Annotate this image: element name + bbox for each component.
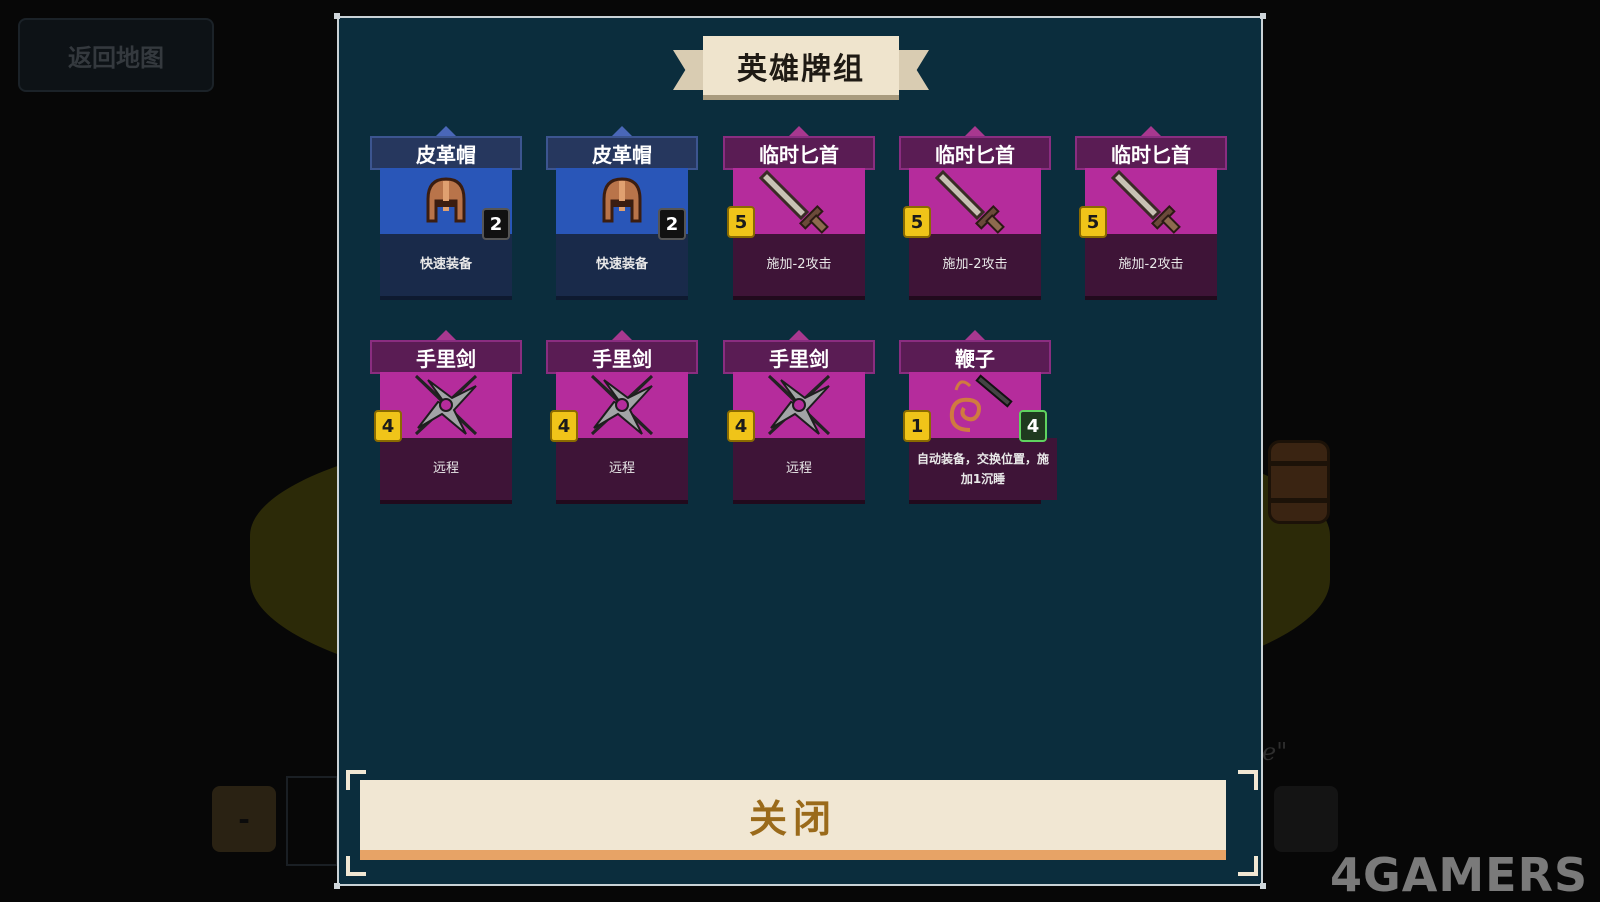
- damage-badge: 1: [897, 410, 937, 442]
- panel-title: 英雄牌组: [703, 36, 899, 100]
- close-button[interactable]: 关闭: [360, 780, 1226, 860]
- close-bracket: [1238, 856, 1258, 876]
- damage-badge: 5: [721, 206, 761, 238]
- damage-badge: 4: [544, 410, 584, 442]
- card[interactable]: 手里剑远程 4: [721, 330, 875, 504]
- card-description: 快速装备: [556, 234, 688, 296]
- barrel-icon: [1268, 440, 1330, 524]
- panel-title-banner: 英雄牌组: [673, 36, 929, 104]
- nav-right-button[interactable]: [1274, 786, 1338, 852]
- card-edge: [733, 296, 865, 300]
- cooldown-badge: 4: [1019, 410, 1047, 442]
- card-edge: [733, 500, 865, 504]
- damage-badge: 4: [368, 410, 408, 442]
- damage-badge: 5: [897, 206, 937, 238]
- card-edge: [1085, 296, 1217, 300]
- card-description: 远程: [556, 438, 688, 500]
- close-bracket: [346, 770, 366, 790]
- card-edge: [909, 500, 1041, 504]
- card-description: 远程: [380, 438, 512, 500]
- card-description: 施加-2攻击: [733, 234, 865, 296]
- card-title: 手里剑: [370, 340, 522, 374]
- card-title: 临时匕首: [899, 136, 1051, 170]
- back-to-map-button[interactable]: 返回地图: [18, 18, 214, 92]
- card-title: 鞭子: [899, 340, 1051, 374]
- card-title: 临时匕首: [1075, 136, 1227, 170]
- background-text: e": [1262, 738, 1288, 766]
- card[interactable]: 手里剑远程 4: [544, 330, 698, 504]
- card-description: 自动装备，交换位置，施加1沉睡: [909, 438, 1057, 500]
- card-description: 施加-2攻击: [1085, 234, 1217, 296]
- card-description: 远程: [733, 438, 865, 500]
- card-edge: [380, 296, 512, 300]
- card[interactable]: 皮革帽快速装备 2: [546, 126, 698, 300]
- armor-badge: 2: [658, 208, 686, 240]
- background-frame: [286, 776, 338, 866]
- card-edge: [556, 500, 688, 504]
- card[interactable]: 临时匕首施加-2攻击 5: [721, 126, 875, 300]
- damage-badge: 4: [721, 410, 761, 442]
- card[interactable]: 临时匕首施加-2攻击 5: [1073, 126, 1227, 300]
- close-bracket: [1238, 770, 1258, 790]
- card-title: 皮革帽: [370, 136, 522, 170]
- armor-badge: 2: [482, 208, 510, 240]
- card-edge: [909, 296, 1041, 300]
- card-title: 临时匕首: [723, 136, 875, 170]
- card-title: 皮革帽: [546, 136, 698, 170]
- panel-corner: [1260, 13, 1266, 19]
- damage-badge: 5: [1073, 206, 1113, 238]
- card-title: 手里剑: [546, 340, 698, 374]
- card-edge: [380, 500, 512, 504]
- card-description: 快速装备: [380, 234, 512, 296]
- card-description: 施加-2攻击: [909, 234, 1041, 296]
- nav-left-button[interactable]: -: [212, 786, 276, 852]
- card[interactable]: 皮革帽快速装备 2: [370, 126, 522, 300]
- card[interactable]: 手里剑远程 4: [368, 330, 522, 504]
- card-title: 手里剑: [723, 340, 875, 374]
- card[interactable]: 临时匕首施加-2攻击 5: [897, 126, 1051, 300]
- watermark: 4GAMERS: [1330, 848, 1589, 902]
- close-bracket: [346, 856, 366, 876]
- card-edge: [556, 296, 688, 300]
- panel-corner: [334, 883, 340, 889]
- card[interactable]: 鞭子自动装备，交换位置，施加1沉睡 1 4: [897, 330, 1057, 504]
- panel-corner: [334, 13, 340, 19]
- panel-corner: [1260, 883, 1266, 889]
